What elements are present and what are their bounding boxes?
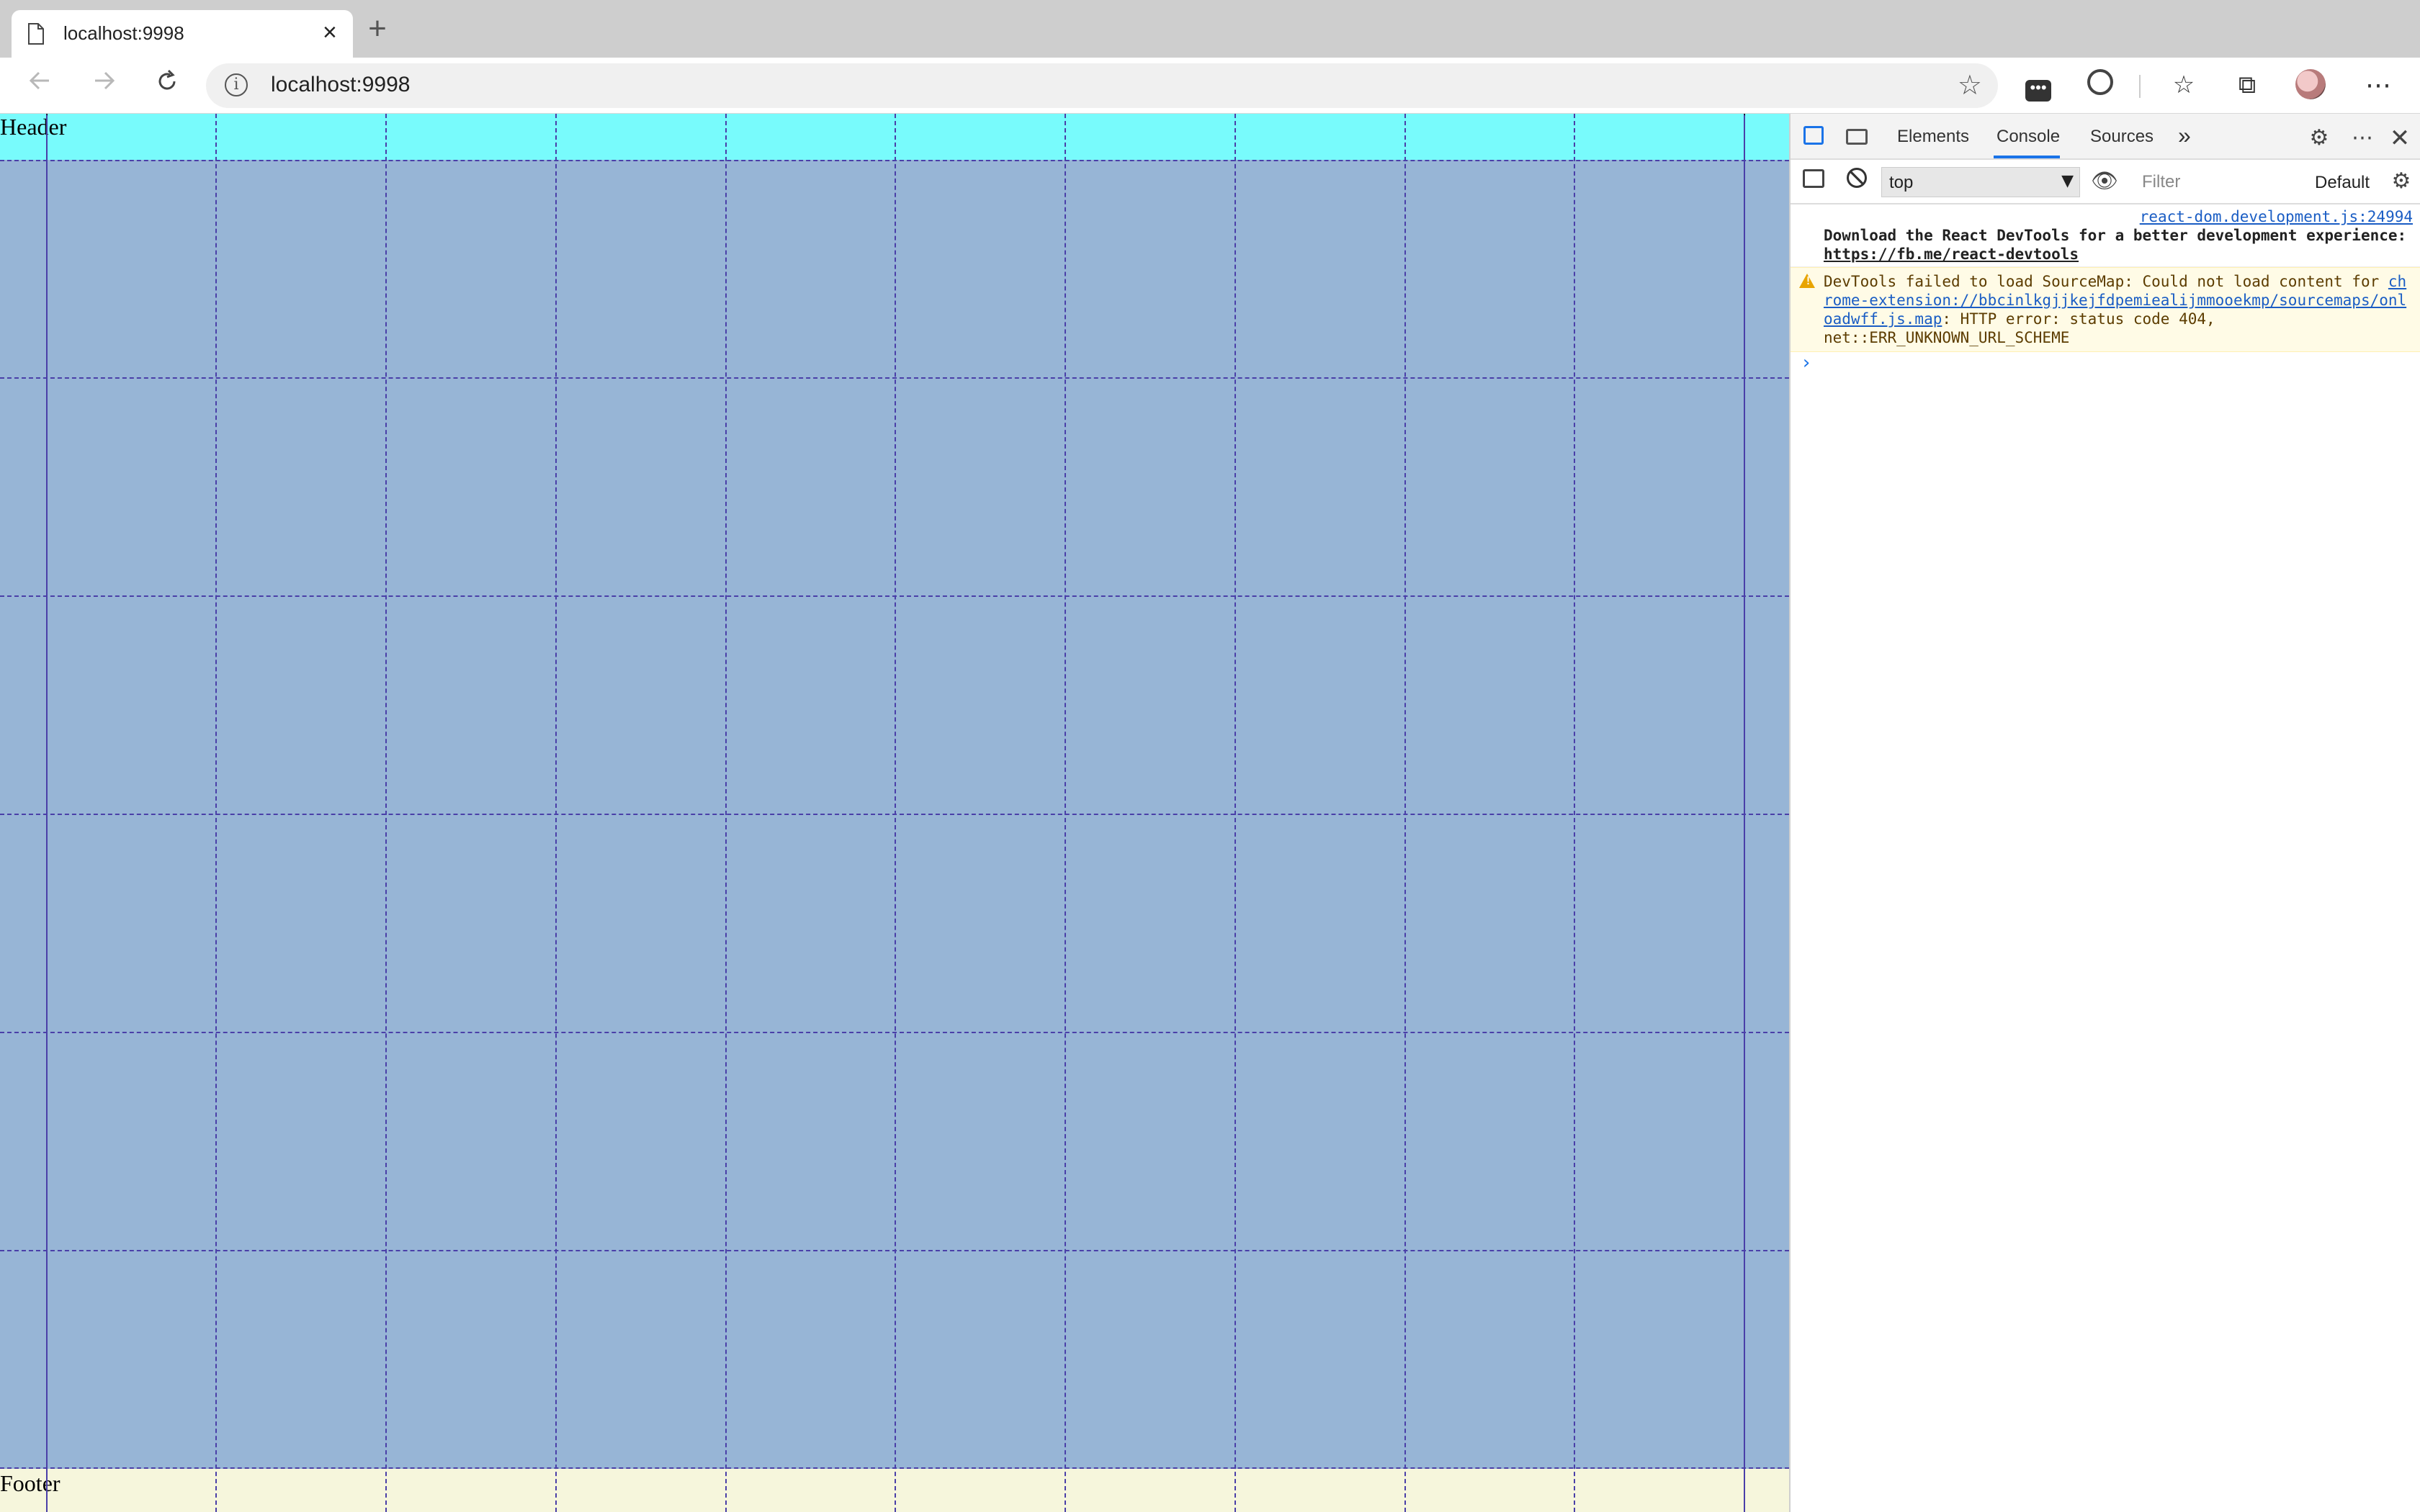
dropdown-arrow-icon: ▼ [2061,172,2074,190]
grid-line [0,1467,1789,1469]
grid-line [1574,114,1575,1512]
grid-line [0,595,1789,597]
active-tab-indicator [1994,156,2060,158]
address-bar[interactable]: i localhost:9998 ☆ [206,63,1998,108]
devtools-panel: Elements Console Sources » ⚙ ⋯ ✕ top ▼ 👁… [1789,114,2420,1512]
collections-icon[interactable]: ⧉ [2231,69,2263,101]
console-message: react-dom.development.js:24994 Download … [1791,206,2420,267]
console-toolbar: top ▼ 👁 Default ⚙ [1791,160,2420,204]
grid-line [725,114,727,1512]
close-icon[interactable]: ✕ [2385,124,2414,153]
star-icon[interactable]: ☆ [1958,69,1982,102]
grid-line [0,160,1789,161]
tab-console[interactable]: Console [1996,127,2060,147]
header-label: Header [0,114,67,140]
grid-line [215,114,217,1512]
grid-line [0,1032,1789,1033]
browser-toolbar: i localhost:9998 ☆ ••• ☆ ⧉ ⋯ [0,58,2420,114]
grid-line [0,1250,1789,1251]
more-menu-icon[interactable]: ⋯ [2362,69,2394,101]
footer-label: Footer [0,1470,60,1496]
grid-line [895,114,896,1512]
message-text: Download the React DevTools for a better… [1824,227,2407,244]
info-icon[interactable]: i [225,73,248,96]
filter-input[interactable] [2132,167,2305,197]
console-settings-icon[interactable]: ⚙ [2387,167,2416,196]
toolbar-divider [2139,75,2141,98]
grid-line [555,114,557,1512]
eye-icon[interactable]: 👁 [2090,167,2119,196]
device-toolbar-icon[interactable] [1842,124,1871,153]
show-sidebar-icon[interactable] [1799,167,1828,196]
grid-line [46,114,48,1512]
forward-button[interactable] [86,68,121,102]
devtools-tabbar: Elements Console Sources » ⚙ ⋯ ✕ [1791,114,2420,160]
settings-gear-icon[interactable]: ⚙ [2305,124,2334,153]
warning-text: DevTools failed to load SourceMap: Could… [1824,273,2388,290]
grid-line [385,114,387,1512]
tab-title: localhost:9998 [63,22,184,44]
grid-line [1404,114,1406,1512]
grid-line [0,814,1789,815]
profile-avatar[interactable] [2295,69,2326,101]
favorites-icon[interactable]: ☆ [2168,69,2200,101]
console-prompt[interactable]: › [1791,352,2420,378]
grid-line [1744,114,1745,1512]
context-select[interactable]: top ▼ [1881,167,2080,197]
warning-icon [1799,274,1815,288]
browser-tab[interactable]: localhost:9998 × [12,10,353,58]
context-value: top [1889,173,1914,192]
source-link[interactable]: react-dom.development.js:24994 [1824,207,2413,226]
clear-console-icon[interactable] [1842,167,1871,196]
console-messages: react-dom.development.js:24994 Download … [1791,206,2420,378]
tab-sources[interactable]: Sources [2090,127,2154,147]
inspect-element-icon[interactable] [1799,124,1828,153]
grid-line [1065,114,1066,1512]
prompt-chevron-icon: › [1801,352,1812,374]
reload-button[interactable] [150,68,184,102]
devtools-menu-icon[interactable]: ⋯ [2348,124,2377,153]
console-warning: DevTools failed to load SourceMap: Could… [1791,267,2420,352]
extension-icon[interactable]: ••• [2022,69,2054,102]
log-levels-dropdown[interactable]: Default [2315,173,2370,193]
grid-line [1234,114,1236,1512]
url-text[interactable]: localhost:9998 [271,73,410,97]
devtools-link[interactable]: https://fb.me/react-devtools [1824,246,2079,263]
tab-strip: localhost:9998 × + [0,0,2420,58]
tab-close-icon[interactable]: × [323,19,337,45]
tab-elements[interactable]: Elements [1897,127,1969,147]
back-button[interactable] [23,68,58,102]
reload-icon [158,69,176,90]
password-extension-icon[interactable] [2084,69,2116,101]
arrow-right-icon [95,71,115,90]
grid-line [0,377,1789,379]
document-icon [28,23,44,45]
page-viewport: Header Footer [0,114,1789,1512]
new-tab-button[interactable]: + [360,13,395,48]
arrow-left-icon [29,71,49,90]
more-tabs-icon[interactable]: » [2178,122,2191,149]
